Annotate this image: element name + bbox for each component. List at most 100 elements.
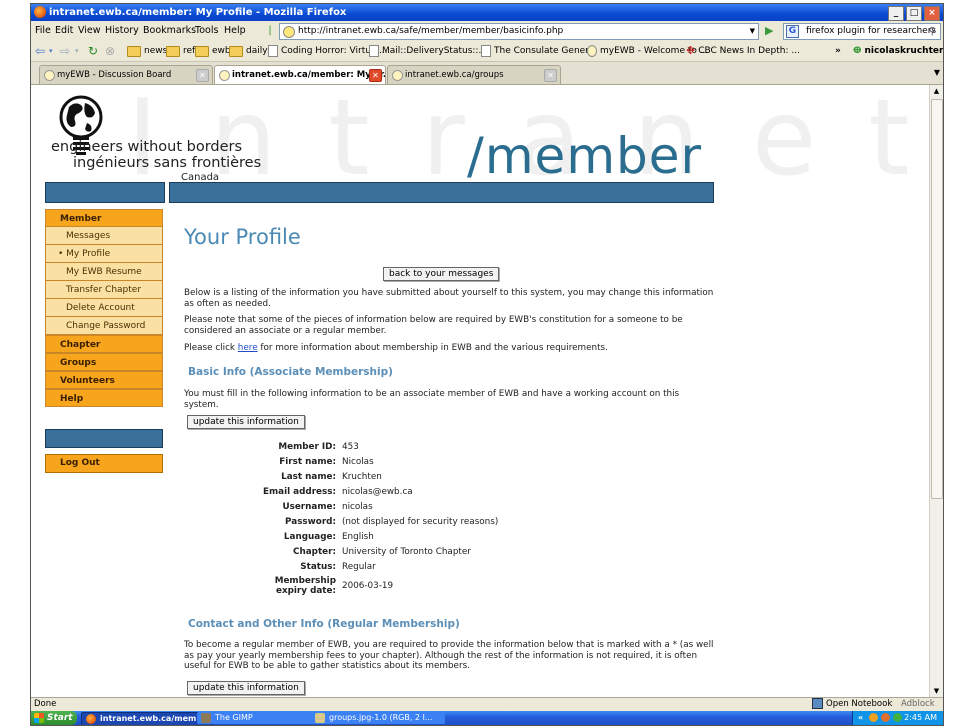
tray-expand-icon[interactable]: «: [858, 711, 863, 725]
sidebar-section-groups[interactable]: Groups: [45, 353, 163, 371]
status-value: Regular: [342, 562, 376, 572]
menu-edit[interactable]: Edit: [55, 21, 73, 41]
folder-icon: [127, 45, 141, 57]
username-value: nicolas: [342, 502, 373, 512]
ewb-site-icon: [587, 45, 597, 57]
stop-icon[interactable]: ⊗: [105, 43, 115, 59]
intro-paragraph-3: Please click here for more information a…: [184, 343, 608, 353]
menu-history[interactable]: History: [105, 21, 139, 41]
page-icon: [369, 45, 379, 57]
forward-arrow-icon[interactable]: ⇨: [60, 43, 70, 59]
firefox-icon: [34, 6, 46, 18]
scroll-down-icon[interactable]: ▼: [930, 685, 943, 697]
page-content: Intranet engineers without borders ingén…: [31, 85, 930, 697]
close-icon[interactable]: ✕: [196, 69, 209, 82]
minimize-button[interactable]: _: [888, 6, 904, 21]
last-name-label: Last name:: [281, 472, 336, 482]
go-arrow-icon[interactable]: ▶: [765, 24, 773, 38]
search-box[interactable]: G firefox plugin for researchers ⚲: [783, 23, 941, 40]
bookmarks-overflow-button[interactable]: »: [835, 41, 841, 61]
menu-file[interactable]: File: [35, 21, 51, 41]
status-text: Done: [34, 699, 57, 709]
sidebar-header-bar: [45, 182, 165, 203]
sidebar-section-chapter[interactable]: Chapter: [45, 335, 163, 353]
tray-app-icon[interactable]: [869, 713, 878, 722]
sidebar-section-help[interactable]: Help: [45, 389, 163, 407]
bookmark-cbc-news[interactable]: ❉ CBC News In Depth: ...: [686, 41, 800, 61]
reload-icon[interactable]: ↻: [88, 43, 98, 59]
tab-groups[interactable]: intranet.ewb.ca/groups ✕: [387, 65, 561, 84]
system-tray: « 2:45 AM: [852, 711, 943, 725]
contact-info-heading: Contact and Other Info (Regular Membersh…: [188, 618, 460, 630]
menu-view[interactable]: View: [78, 21, 101, 41]
status-bar: Done Open Notebook Adblock: [31, 697, 943, 711]
forward-dropdown-icon[interactable]: ▾: [75, 43, 79, 59]
basic-info-heading: Basic Info (Associate Membership): [188, 366, 393, 378]
cbc-icon: ❉: [686, 44, 696, 57]
tab-my-profile[interactable]: intranet.ewb.ca/member: My Pr... ✕: [214, 65, 386, 84]
ewb-site-icon: [44, 70, 55, 81]
bookmark-consulate[interactable]: The Consulate Gener...: [481, 41, 597, 61]
sidebar-section-volunteers[interactable]: Volunteers: [45, 371, 163, 389]
sidebar-item-my-profile[interactable]: • My Profile: [45, 245, 163, 263]
sidebar-item-messages[interactable]: Messages: [45, 227, 163, 245]
menu-help[interactable]: Help: [224, 21, 246, 41]
sidebar-section-member[interactable]: Member: [45, 209, 163, 227]
sidebar-item-delete-account[interactable]: Delete Account: [45, 299, 163, 317]
close-icon[interactable]: ✕: [544, 69, 557, 82]
update-basic-info-button[interactable]: update this information: [187, 415, 305, 429]
sidebar-item-change-password[interactable]: Change Password: [45, 317, 163, 335]
user-icon: ⴲ: [853, 46, 862, 56]
bookmark-mail-deliverystatus[interactable]: Mail::DeliveryStatus::...: [369, 41, 487, 61]
search-input[interactable]: firefox plugin for researchers: [806, 24, 936, 39]
image-icon: [315, 713, 325, 723]
logo-text-fr: ingénieurs sans frontières: [73, 155, 262, 171]
browser-window: intranet.ewb.ca/member: My Profile - Moz…: [30, 3, 944, 726]
address-bar[interactable]: http://intranet.ewb.ca/safe/member/membe…: [279, 23, 759, 40]
tray-network-icon[interactable]: [893, 713, 902, 722]
taskbar-item-groups-image[interactable]: groups.jpg-1.0 (RGB, 2 l...: [311, 712, 445, 724]
start-button[interactable]: Start: [31, 711, 77, 725]
search-icon[interactable]: ⚲: [929, 24, 936, 39]
scrollbar-thumb[interactable]: [931, 99, 943, 499]
tab-list-icon[interactable]: ▼: [934, 68, 940, 77]
bookmark-news[interactable]: news: [127, 41, 167, 61]
first-name-label: First name:: [279, 457, 336, 467]
adblock-button[interactable]: Adblock: [901, 698, 935, 711]
membership-info-link[interactable]: here: [238, 343, 258, 353]
close-icon[interactable]: ✕: [369, 69, 382, 82]
bookmark-ref[interactable]: ref: [166, 41, 195, 61]
menu-tools[interactable]: Tools: [195, 21, 218, 41]
site-icon: [283, 26, 295, 38]
notebook-icon: [812, 698, 823, 709]
scroll-up-icon[interactable]: ▲: [930, 85, 943, 97]
page-icon: [481, 45, 491, 57]
menu-bar: File Edit View History Bookmarks Tools H…: [31, 21, 943, 41]
back-to-messages-button[interactable]: back to your messages: [383, 267, 500, 281]
taskbar-item-gimp[interactable]: The GIMP: [197, 712, 325, 724]
vertical-scrollbar[interactable]: ▲ ▼: [929, 85, 943, 697]
update-contact-info-button[interactable]: update this information: [187, 681, 305, 695]
sidebar-item-transfer-chapter[interactable]: Transfer Chapter: [45, 281, 163, 299]
tray-app-icon[interactable]: [881, 713, 890, 722]
ewb-site-icon: [392, 70, 403, 81]
folder-icon: [166, 45, 180, 57]
back-arrow-icon[interactable]: ⇦: [35, 43, 45, 59]
tab-discussion-board[interactable]: myEWB - Discussion Board ✕: [39, 65, 213, 84]
sidebar-item-my-ewb-resume[interactable]: My EWB Resume: [45, 263, 163, 281]
user-menu[interactable]: ⴲnicolaskruchten▾: [853, 41, 943, 61]
expiry-date-value: 2006-03-19: [342, 581, 394, 591]
close-button[interactable]: ×: [924, 6, 940, 21]
address-url: http://intranet.ewb.ca/safe/member/membe…: [298, 26, 564, 36]
bookmark-ewb[interactable]: ewb: [195, 41, 231, 61]
password-label: Password:: [285, 517, 336, 527]
back-dropdown-icon[interactable]: ▾: [49, 43, 53, 59]
bookmark-daily[interactable]: daily: [229, 41, 268, 61]
taskbar-item-firefox[interactable]: intranet.ewb.ca/mem...: [81, 712, 213, 725]
open-notebook-button[interactable]: Open Notebook: [812, 698, 892, 711]
menu-bookmarks[interactable]: Bookmarks: [143, 21, 196, 41]
chevron-down-icon[interactable]: ▼: [750, 24, 755, 39]
search-engine-icon[interactable]: G: [786, 25, 799, 38]
maximize-button[interactable]: □: [906, 6, 922, 21]
logout-button[interactable]: Log Out: [45, 454, 163, 473]
